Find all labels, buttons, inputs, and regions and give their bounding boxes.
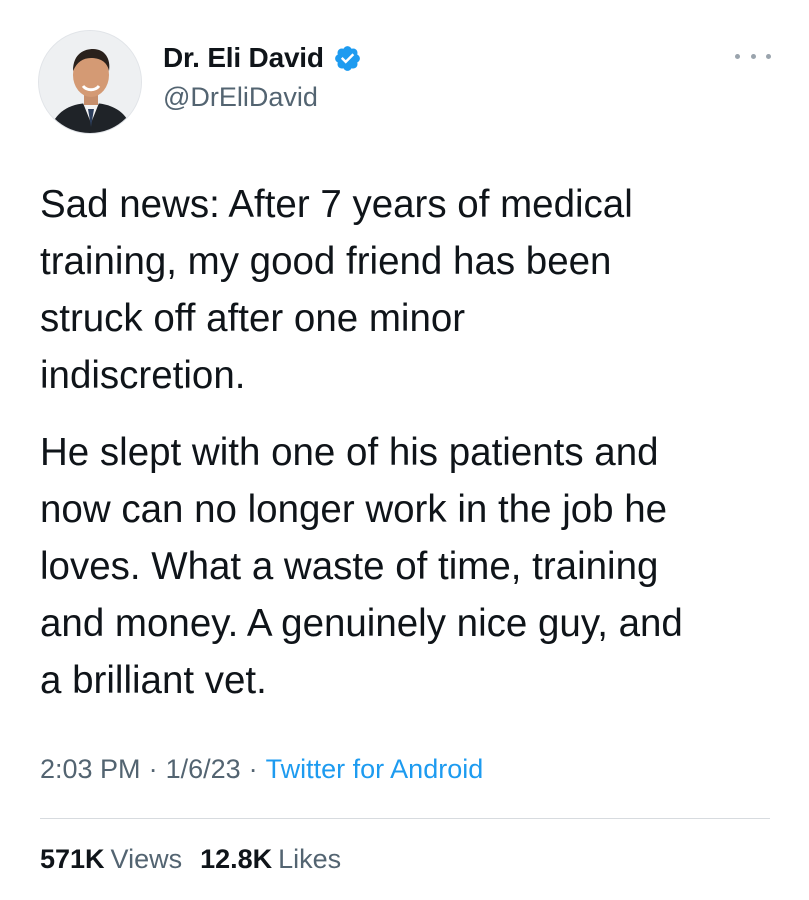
meta-separator: · <box>248 754 258 784</box>
tweet-paragraph: He slept with one of his patients and no… <box>40 431 683 702</box>
tweet-date[interactable]: 1/6/23 <box>166 754 241 785</box>
tweet-paragraph: Sad news: After 7 years of medical train… <box>40 183 633 397</box>
verified-badge-icon <box>334 45 360 71</box>
tweet-stats: 571K Views 12.8K Likes <box>40 844 341 875</box>
author-name-row: Dr. Eli David <box>163 42 362 74</box>
tweet-source-link[interactable]: Twitter for Android <box>266 754 484 785</box>
divider <box>40 818 770 819</box>
tweet-meta: 2:03 PM · 1/6/23 · Twitter for Android <box>40 754 483 785</box>
views-count[interactable]: 571K <box>40 844 105 875</box>
views-label[interactable]: Views <box>111 844 183 875</box>
tweet-time[interactable]: 2:03 PM <box>40 754 141 785</box>
tweet-author: Dr. Eli David @DrEliDavid <box>163 42 362 113</box>
meta-separator: · <box>148 754 158 784</box>
author-display-name[interactable]: Dr. Eli David <box>163 42 324 74</box>
avatar[interactable] <box>38 30 142 134</box>
likes-count[interactable]: 12.8K <box>200 844 272 875</box>
more-options-icon[interactable] <box>735 48 771 64</box>
likes-label[interactable]: Likes <box>278 844 341 875</box>
avatar-photo <box>39 31 141 133</box>
cropped-previous-text <box>150 0 350 4</box>
author-handle[interactable]: @DrEliDavid <box>163 82 362 113</box>
tweet-text: Sad news: After 7 years of medical train… <box>40 176 780 709</box>
